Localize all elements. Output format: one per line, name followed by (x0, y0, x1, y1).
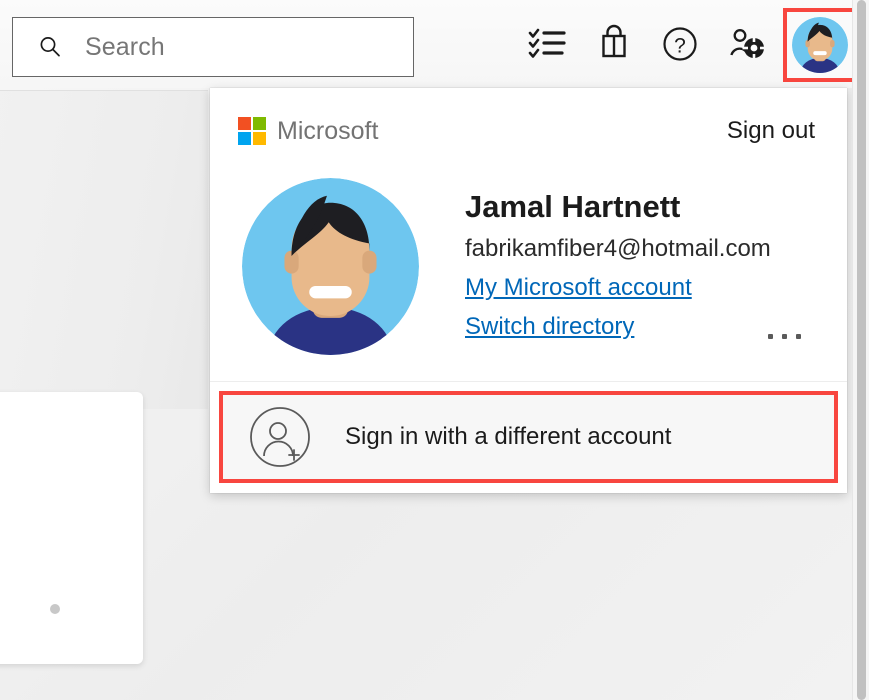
marketplace-bag-icon (597, 24, 631, 67)
checklist-icon-button[interactable] (515, 11, 581, 79)
sign-in-different-account-label: Sign in with a different account (345, 423, 671, 451)
ellipsis-dot (796, 334, 801, 339)
account-flyout-panel: Microsoft Sign out Jamal Hart (210, 88, 847, 493)
search-box[interactable]: Search (12, 17, 414, 77)
help-question-icon-button[interactable]: ? (647, 11, 713, 79)
user-info-block: Jamal Hartnett fabrikamfiber4@hotmail.co… (465, 174, 815, 355)
user-settings-icon (725, 24, 767, 67)
account-avatar-button[interactable] (783, 8, 857, 82)
microsoft-brand-label: Microsoft (277, 117, 378, 146)
microsoft-brand: Microsoft (238, 117, 378, 146)
topbar-icon-group: ? (515, 10, 861, 80)
page-scrollbar-thumb[interactable] (857, 0, 866, 700)
background-dot (50, 604, 60, 614)
search-input-placeholder: Search (85, 33, 165, 62)
flyout-body: Jamal Hartnett fabrikamfiber4@hotmail.co… (210, 174, 847, 381)
svg-text:?: ? (674, 34, 686, 57)
sign-in-different-account-row[interactable]: Sign in with a different account (219, 391, 838, 483)
switch-directory-link[interactable]: Switch directory (465, 313, 634, 341)
flyout-divider (210, 381, 847, 382)
search-icon (37, 34, 63, 60)
flyout-header: Microsoft Sign out (210, 88, 847, 174)
person-add-icon (249, 406, 311, 468)
microsoft-logo-icon (238, 117, 266, 145)
ellipsis-dot (768, 334, 773, 339)
top-navigation-bar: Search (0, 0, 869, 88)
page-root: Search (0, 0, 869, 700)
checklist-icon (528, 27, 568, 64)
avatar (792, 17, 848, 73)
user-avatar-large (242, 178, 419, 355)
user-settings-icon-button[interactable] (713, 11, 779, 79)
user-email: fabrikamfiber4@hotmail.com (465, 235, 815, 263)
background-card-dots (0, 604, 143, 616)
user-display-name: Jamal Hartnett (465, 188, 815, 227)
more-actions-ellipsis-button[interactable] (762, 328, 807, 345)
background-content-card (0, 392, 143, 664)
sign-out-button[interactable]: Sign out (727, 117, 815, 145)
background-left-panel (0, 90, 208, 409)
my-microsoft-account-link[interactable]: My Microsoft account (465, 274, 692, 302)
ellipsis-dot (782, 334, 787, 339)
page-scrollbar[interactable] (852, 0, 869, 700)
marketplace-bag-icon-button[interactable] (581, 11, 647, 79)
help-question-icon: ? (660, 24, 700, 67)
